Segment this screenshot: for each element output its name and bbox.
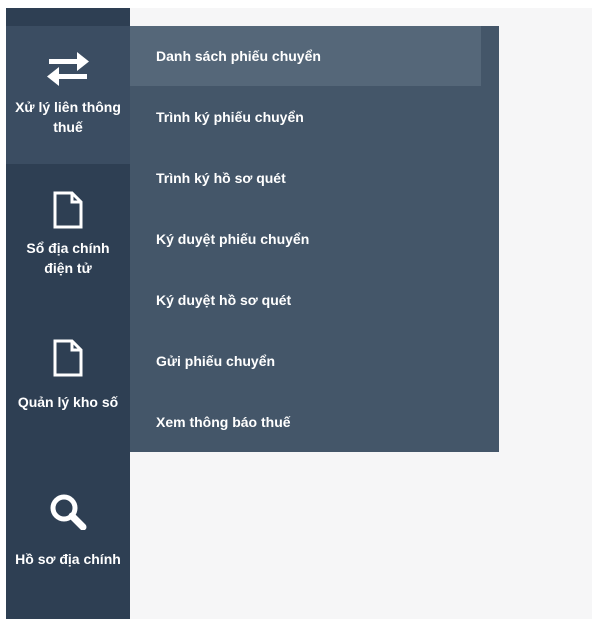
sidebar-item-ho-so-dia-chinh[interactable]: Hồ sơ địa chính (6, 486, 130, 616)
sidebar: Xử lý liên thông thuế Sổ địa chính điện … (6, 8, 130, 619)
submenu-item-label: Xem thông báo thuế (156, 414, 291, 430)
search-icon (48, 492, 88, 535)
submenu-item-gui-phieu-chuyen[interactable]: Gửi phiếu chuyển (130, 331, 499, 391)
submenu-item-ky-duyet-phieu-chuyen[interactable]: Ký duyệt phiếu chuyển (130, 209, 499, 269)
sidebar-item-so-dia-chinh-dien-tu[interactable]: Sổ địa chính điện tử (6, 183, 130, 313)
submenu-item-label: Ký duyệt phiếu chuyển (156, 231, 310, 247)
document-icon (53, 191, 83, 234)
submenu-item-label: Gửi phiếu chuyển (156, 353, 276, 369)
sidebar-item-label: Sổ địa chính điện tử (26, 240, 110, 276)
sidebar-item-xu-ly-lien-thong-thue[interactable]: Xử lý liên thông thuế (6, 26, 130, 164)
sidebar-item-label: Xử lý liên thông thuế (15, 99, 121, 135)
submenu-item-trinh-ky-phieu-chuyen[interactable]: Trình ký phiếu chuyển (130, 87, 499, 147)
submenu-item-danh-sach-phieu-chuyen[interactable]: Danh sách phiếu chuyển (130, 26, 481, 86)
sidebar-item-label: Hồ sơ địa chính (15, 551, 121, 567)
sidebar-item-label: Quản lý kho số (17, 394, 119, 410)
document-icon (53, 339, 83, 382)
submenu-item-xem-thong-bao-thue[interactable]: Xem thông báo thuế (130, 392, 499, 452)
page: Xử lý liên thông thuế Sổ địa chính điện … (0, 0, 592, 619)
submenu-item-label: Trình ký phiếu chuyển (156, 109, 304, 125)
submenu-item-label: Danh sách phiếu chuyển (156, 48, 321, 64)
submenu-item-trinh-ky-ho-so-quet[interactable]: Trình ký hồ sơ quét (130, 148, 499, 208)
transfer-arrows-icon (45, 52, 91, 91)
submenu-item-label: Ký duyệt hồ sơ quét (156, 292, 292, 308)
submenu-item-ky-duyet-ho-so-quet[interactable]: Ký duyệt hồ sơ quét (130, 270, 499, 330)
submenu-xu-ly-lien-thong-thue: Danh sách phiếu chuyển Trình ký phiếu ch… (130, 26, 499, 452)
submenu-item-label: Trình ký hồ sơ quét (156, 170, 286, 186)
sidebar-item-quan-ly-kho-so[interactable]: Quản lý kho số (6, 333, 130, 463)
